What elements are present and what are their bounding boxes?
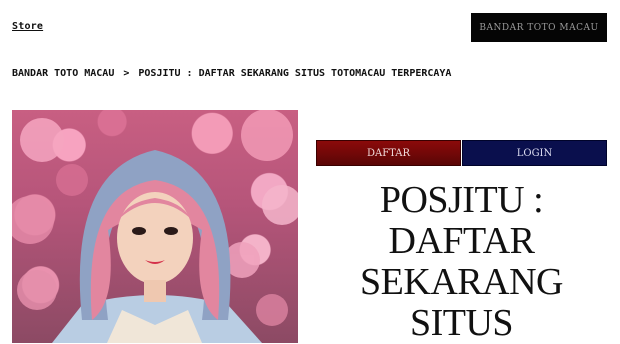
breadcrumb: BANDAR TOTO MACAU > POSJITU : DAFTAR SEKAR…	[12, 68, 451, 79]
portrait-illustration	[12, 110, 298, 343]
product-image[interactable]	[12, 110, 298, 343]
brand-button[interactable]: BANDAR TOTO MACAU	[471, 13, 607, 42]
breadcrumb-current: POSJITU : DAFTAR SEKARANG SITUS TOTOMACA…	[138, 68, 452, 79]
login-button[interactable]: LOGIN	[462, 140, 607, 166]
breadcrumb-home-link[interactable]: BANDAR TOTO MACAU	[12, 68, 114, 79]
daftar-button[interactable]: DAFTAR	[316, 140, 461, 166]
store-link[interactable]: Store	[12, 21, 43, 32]
product-title: POSJITU : DAFTAR SEKARANG SITUS	[360, 179, 563, 344]
breadcrumb-separator: >	[123, 68, 130, 79]
